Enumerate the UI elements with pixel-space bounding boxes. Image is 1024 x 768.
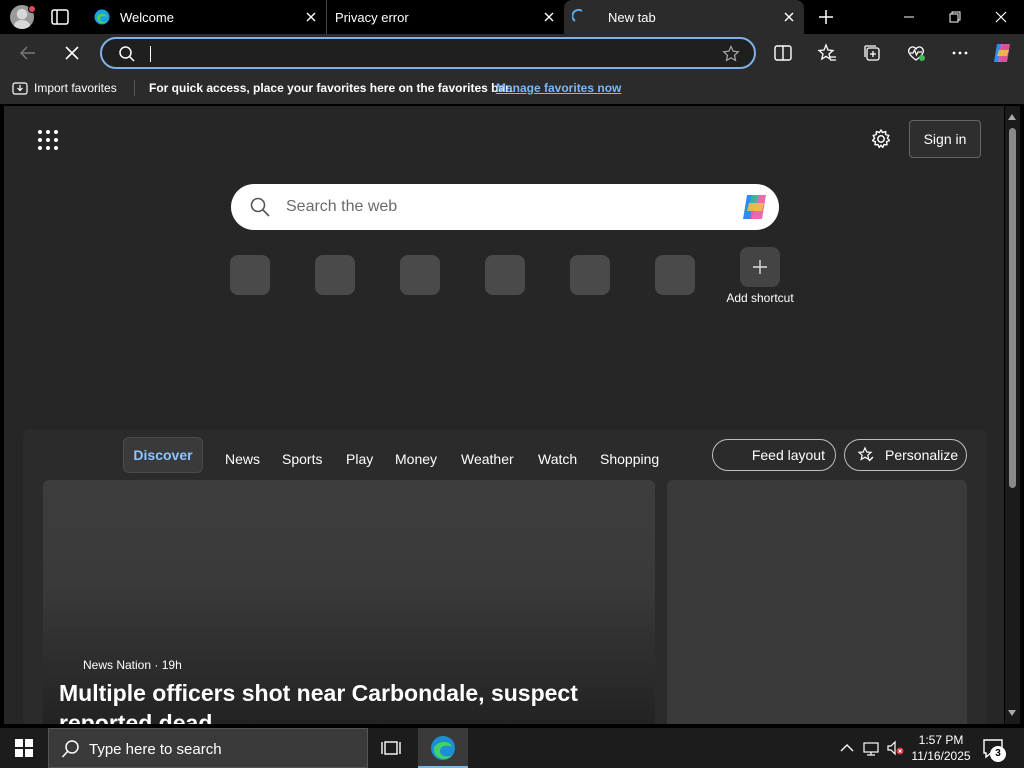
copilot-icon[interactable] — [739, 192, 771, 222]
new-tab-page: Sign in Search the web Add shortcut Disc… — [4, 106, 1004, 724]
card-source-name: News Nation — [83, 658, 152, 672]
manage-favorites-link[interactable]: Manage favorites now — [496, 81, 621, 95]
tab-actions-icon[interactable] — [50, 8, 70, 26]
address-bar[interactable] — [100, 37, 756, 69]
close-window-button[interactable] — [978, 0, 1024, 34]
add-favorite-star-icon[interactable] — [722, 45, 740, 63]
tab-title: Privacy error — [335, 9, 409, 25]
collections-icon[interactable] — [861, 42, 883, 64]
tab-strip: Welcome Privacy error New tab — [0, 0, 1024, 34]
clock-date: 11/16/2025 — [911, 749, 971, 763]
shortcut-tile[interactable] — [655, 255, 695, 295]
feed-layout-button[interactable]: Feed layout — [712, 439, 836, 471]
loading-spinner-icon — [572, 9, 583, 22]
personalize-button[interactable]: Personalize — [844, 439, 967, 471]
search-icon — [61, 740, 79, 758]
feed-tab-money[interactable]: Money — [395, 445, 437, 473]
import-icon — [12, 82, 28, 95]
volume-muted-icon[interactable] — [886, 740, 904, 756]
app-launcher-icon[interactable] — [38, 130, 58, 150]
search-icon — [250, 197, 270, 217]
tab-title: Welcome — [120, 9, 174, 25]
browser-toolbar — [0, 34, 1024, 72]
browser-essentials-icon[interactable] — [905, 42, 927, 64]
clock-time: 1:57 PM — [918, 733, 964, 747]
shortcut-tile[interactable] — [485, 255, 525, 295]
divider — [134, 80, 135, 96]
add-shortcut-button[interactable] — [740, 247, 780, 287]
close-icon — [995, 11, 1007, 23]
network-icon[interactable] — [862, 740, 880, 756]
tab-new-tab[interactable]: New tab — [564, 0, 804, 34]
card-age: 19h — [161, 658, 182, 672]
text-caret — [150, 46, 151, 62]
tab-welcome[interactable]: Welcome — [86, 0, 326, 34]
close-tab-icon[interactable] — [782, 10, 796, 24]
start-button[interactable] — [0, 728, 48, 768]
gear-icon[interactable] — [870, 128, 892, 150]
feed-tab-play[interactable]: Play — [346, 445, 373, 473]
personalize-star-icon — [857, 446, 874, 462]
profile-status-dot — [28, 5, 36, 13]
split-screen-icon[interactable] — [772, 42, 794, 64]
minimize-button[interactable] — [886, 0, 932, 34]
page-scrollbar[interactable] — [1005, 106, 1020, 724]
card-source: News Nation · 19h — [83, 658, 182, 672]
shortcut-tile[interactable] — [230, 255, 270, 295]
feed-tab-watch[interactable]: Watch — [538, 445, 577, 473]
restore-button[interactable] — [932, 0, 978, 34]
taskbar-search-placeholder: Type here to search — [89, 741, 222, 758]
windows-logo-icon — [15, 739, 33, 757]
show-hidden-icons-icon[interactable] — [838, 740, 856, 756]
close-tab-icon[interactable] — [304, 10, 318, 24]
windows-taskbar: Type here to search 1:57 PM 11/16/2025 3 — [0, 728, 1024, 768]
scroll-down-icon[interactable] — [1008, 710, 1016, 716]
feed-tab-sports[interactable]: Sports — [282, 445, 322, 473]
scroll-thumb[interactable] — [1009, 128, 1016, 488]
taskbar-search-box[interactable]: Type here to search — [48, 728, 368, 768]
card-headline: Multiple officers shot near Carbondale, … — [59, 680, 578, 724]
import-favorites-button[interactable]: Import favorites — [12, 80, 117, 96]
notification-count-badge: 3 — [990, 746, 1006, 762]
feed-tab-weather[interactable]: Weather — [461, 445, 514, 473]
scroll-up-icon[interactable] — [1008, 114, 1016, 120]
add-shortcut-label: Add shortcut — [726, 291, 794, 305]
import-favorites-label: Import favorites — [34, 81, 117, 95]
stop-loading-icon[interactable] — [61, 42, 83, 64]
favorites-icon[interactable] — [816, 42, 838, 64]
plus-icon — [753, 260, 767, 274]
shortcut-tile[interactable] — [315, 255, 355, 295]
task-view-icon[interactable] — [378, 736, 404, 760]
shortcut-tile[interactable] — [400, 255, 440, 295]
new-tab-icon[interactable] — [816, 7, 836, 27]
back-arrow-icon[interactable] — [17, 42, 39, 64]
side-card-placeholder — [667, 480, 967, 724]
feed-tab-news[interactable]: News — [225, 445, 260, 473]
copilot-icon[interactable] — [990, 41, 1014, 65]
search-placeholder: Search the web — [286, 198, 398, 215]
restore-icon — [949, 11, 961, 23]
feed-tab-discover[interactable]: Discover — [123, 437, 203, 473]
feed-tab-shopping[interactable]: Shopping — [600, 445, 659, 473]
edge-icon — [431, 736, 455, 760]
web-search-box[interactable]: Search the web — [231, 184, 779, 230]
favorites-bar-message: For quick access, place your favorites h… — [149, 81, 513, 95]
address-input[interactable] — [148, 43, 708, 63]
close-tab-icon[interactable] — [542, 10, 556, 24]
search-icon — [119, 46, 135, 62]
personalize-label: Personalize — [885, 447, 959, 463]
more-options-icon[interactable] — [949, 42, 971, 64]
minimize-icon — [904, 16, 914, 18]
shortcut-tile[interactable] — [570, 255, 610, 295]
edge-taskbar-button[interactable] — [418, 728, 468, 768]
edge-favicon-icon — [94, 9, 110, 25]
headline-card[interactable]: News Nation · 19h Multiple officers shot… — [43, 480, 655, 724]
system-clock[interactable]: 1:57 PM 11/16/2025 — [906, 732, 976, 764]
tab-title: New tab — [608, 9, 656, 25]
favorites-bar: Import favorites For quick access, place… — [0, 72, 1024, 104]
feed-layout-label: Feed layout — [751, 447, 825, 463]
card-dot-separator: · — [154, 658, 162, 672]
sign-in-button[interactable]: Sign in — [909, 120, 981, 158]
tab-privacy-error[interactable]: Privacy error — [326, 0, 564, 34]
